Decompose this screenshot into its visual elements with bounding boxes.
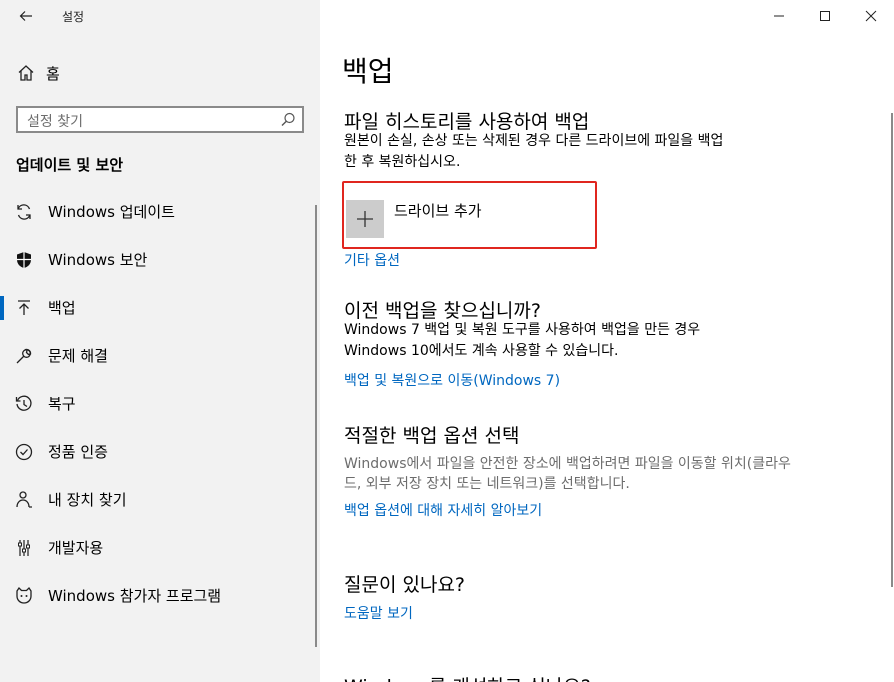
person-location-icon (16, 491, 32, 508)
search-icon[interactable] (279, 111, 297, 129)
feedback-heading: Windows를 개선하고 싶나요? (344, 672, 591, 682)
app-title: 설정 (62, 10, 85, 24)
backup-arrow-icon (18, 300, 30, 315)
wrench-icon (16, 348, 32, 364)
history-icon (15, 395, 32, 411)
home-icon (18, 65, 34, 81)
sidebar-item-windows-update[interactable]: Windows 업데이트 (0, 192, 320, 232)
right-option-heading: 적절한 백업 옵션 선택 (344, 425, 520, 447)
backup-restore-link[interactable]: 백업 및 복원으로 이동(Windows 7) (344, 370, 560, 390)
sidebar-item-troubleshoot[interactable]: 문제 해결 (0, 336, 320, 376)
close-button[interactable] (848, 0, 894, 32)
home-label: 홈 (46, 64, 60, 83)
sidebar-item-label: 개발자용 (48, 539, 104, 557)
check-circle-icon (15, 443, 33, 461)
plus-icon (357, 211, 373, 227)
developer-tools-icon (18, 540, 30, 556)
right-option-desc-line1: Windows에서 파일을 안전한 장소에 백업하려면 파일을 이동할 위치(클… (344, 456, 791, 472)
sidebar-item-label: 내 장치 찾기 (48, 491, 127, 509)
sidebar-item-label: 정품 인증 (48, 443, 108, 461)
older-backup-desc-line2: Windows 10에서도 계속 사용할 수 있습니다. (344, 343, 619, 359)
main-scrollbar[interactable] (891, 113, 893, 587)
home-nav[interactable]: 홈 (16, 61, 60, 85)
minimize-icon (774, 15, 784, 17)
add-drive-label[interactable]: 드라이브 추가 (394, 200, 482, 221)
back-button[interactable] (14, 5, 38, 27)
more-options-link[interactable]: 기타 옵션 (344, 250, 400, 270)
learn-more-link[interactable]: 백업 옵션에 대해 자세히 알아보기 (344, 500, 542, 520)
maximize-icon (820, 11, 830, 21)
older-backup-heading: 이전 백업을 찾으십니까? (344, 300, 541, 322)
file-history-heading: 파일 히스토리를 사용하여 백업 (344, 111, 590, 133)
sidebar-item-label: 복구 (48, 395, 76, 413)
sidebar-item-label: Windows 보안 (48, 251, 148, 269)
file-history-desc-line1: 원본이 손실, 손상 또는 삭제된 경우 다른 드라이브에 파일을 백업 (344, 133, 724, 149)
sidebar: 설정 홈 설정 찾기 업데이트 및 보안 Windows 업데이트 Window… (0, 0, 320, 682)
sidebar-item-find-my-device[interactable]: 내 장치 찾기 (0, 480, 320, 520)
get-help-link[interactable]: 도움말 보기 (344, 603, 413, 623)
sidebar-item-backup[interactable]: 백업 (0, 288, 320, 328)
sidebar-scrollbar[interactable] (315, 205, 317, 647)
active-indicator (0, 296, 4, 320)
sidebar-item-insider-program[interactable]: Windows 참가자 프로그램 (0, 576, 320, 616)
sidebar-item-label: Windows 업데이트 (48, 203, 175, 221)
sidebar-item-label: Windows 참가자 프로그램 (48, 587, 222, 605)
maximize-button[interactable] (802, 0, 848, 32)
file-history-desc-line2: 한 후 복원하십시오. (344, 154, 461, 170)
older-backup-desc-line1: Windows 7 백업 및 복원 도구를 사용하여 백업을 만든 경우 (344, 322, 701, 338)
sidebar-item-recovery[interactable]: 복구 (0, 384, 320, 424)
section-title: 업데이트 및 보안 (16, 156, 124, 174)
page-title: 백업 (342, 55, 394, 88)
question-heading: 질문이 있나요? (344, 574, 466, 596)
sidebar-item-label: 문제 해결 (48, 347, 108, 365)
minimize-button[interactable] (756, 0, 802, 32)
sidebar-item-label: 백업 (48, 299, 76, 317)
main-content: 백업 파일 히스토리를 사용하여 백업 원본이 손실, 손상 또는 삭제된 경우… (320, 0, 894, 682)
insider-cat-icon (16, 586, 32, 604)
add-drive-button[interactable] (346, 200, 384, 238)
sidebar-item-developers[interactable]: 개발자용 (0, 528, 320, 568)
search-input[interactable]: 설정 찾기 (16, 106, 304, 133)
sidebar-item-windows-security[interactable]: Windows 보안 (0, 240, 320, 280)
shield-icon (17, 252, 31, 268)
close-icon (865, 10, 877, 22)
refresh-icon (17, 204, 31, 220)
search-placeholder: 설정 찾기 (27, 114, 83, 130)
back-arrow-icon (19, 11, 32, 21)
right-option-desc-line2: 드, 외부 저장 장치 또는 네트워크)를 선택합니다. (344, 476, 630, 492)
sidebar-item-activation[interactable]: 정품 인증 (0, 432, 320, 472)
